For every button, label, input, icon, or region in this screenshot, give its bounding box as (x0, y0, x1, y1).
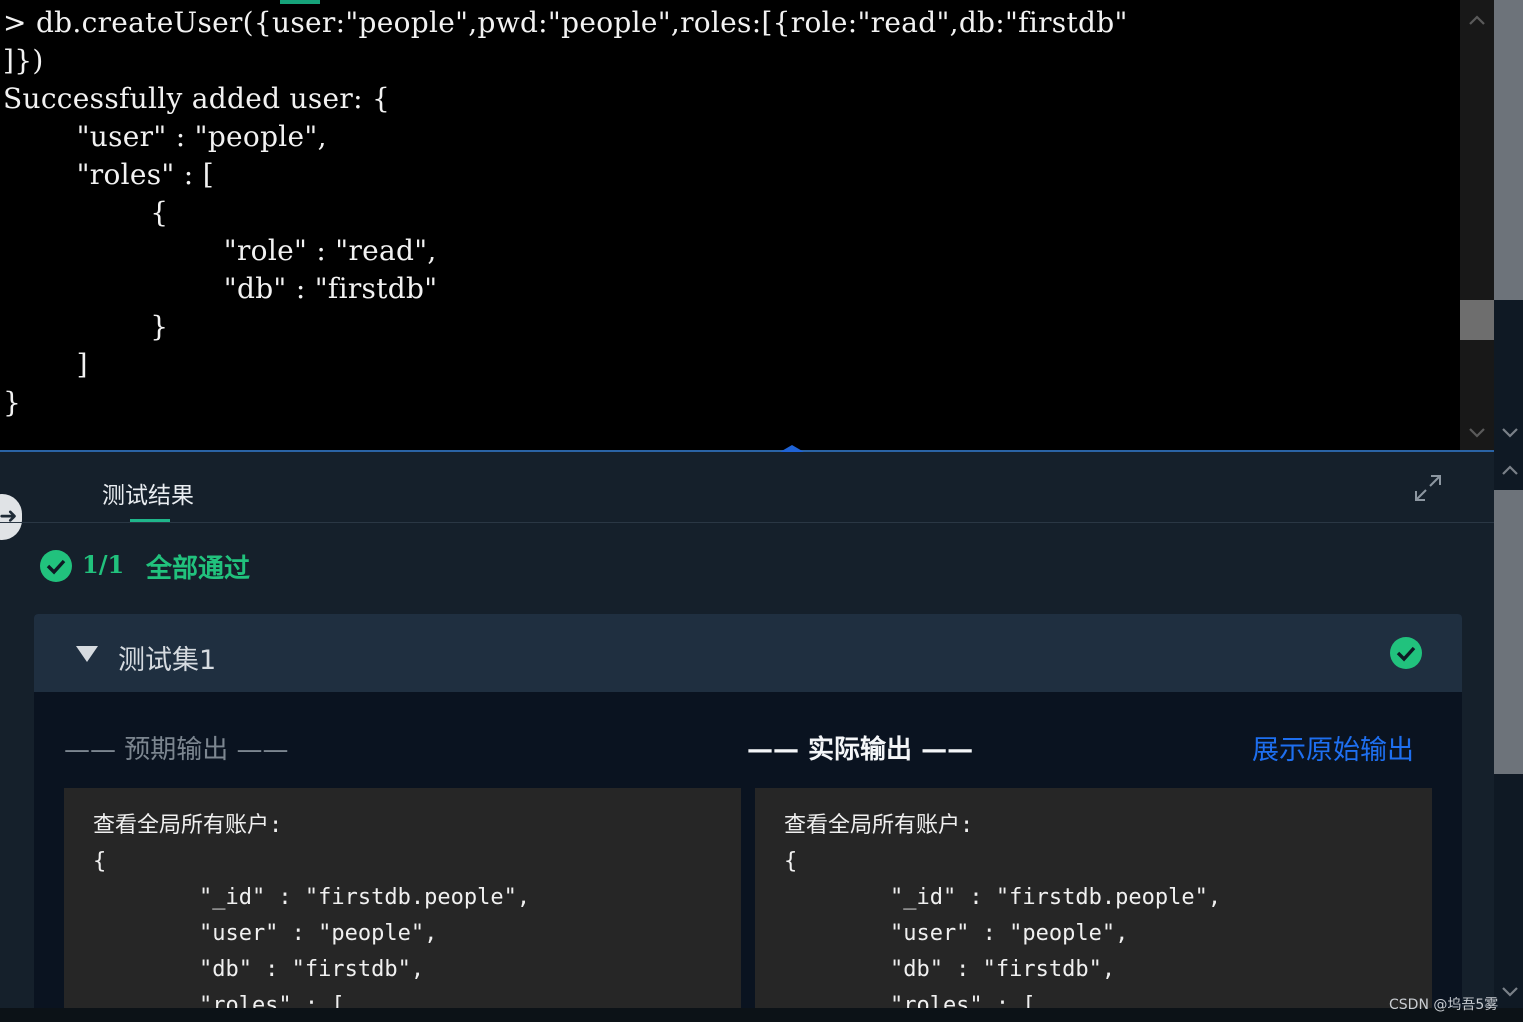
actual-output-label: —— 实际输出 —— (747, 735, 974, 765)
expected-output-line: "user" : "people", (93, 921, 438, 946)
exit-arrow-icon: ➜ (0, 504, 18, 529)
actual-output-line: "user" : "people", (784, 921, 1129, 946)
terminal-line: Successfully added user: { (3, 82, 391, 115)
actual-output-line: "roles" : [ (784, 993, 1036, 1008)
chevron-up-icon[interactable] (1468, 13, 1486, 27)
actual-output-line: { (784, 849, 798, 874)
test-suite-card: 测试集1 —— 预期输出 —— —— 实际输出 —— 展示原始输出 查看全局所有… (34, 614, 1462, 1008)
chevron-down-icon[interactable] (1468, 426, 1486, 440)
chevron-down-icon[interactable] (1501, 426, 1519, 440)
page-scrollbar-top-thumb[interactable] (1494, 0, 1523, 300)
test-suite-title: 测试集1 (118, 645, 217, 676)
chevron-down-icon[interactable] (1501, 985, 1519, 999)
actual-output-box: 查看全局所有账户: { "_id" : "firstdb.people", "u… (755, 788, 1432, 1008)
show-raw-output-link[interactable]: 展示原始输出 (1252, 728, 1414, 767)
expected-output-line: 查看全局所有账户: (93, 813, 283, 838)
expected-output-box: 查看全局所有账户: { "_id" : "firstdb.people", "u… (64, 788, 741, 1008)
terminal-line: { (3, 196, 169, 229)
passed-count: 1/1 (82, 550, 125, 579)
terminal-line: } (3, 386, 22, 419)
actual-output-line: "db" : "firstdb", (784, 957, 1116, 982)
test-results-panel: ➜ 测试结果 1/1 全部通过 测试集1 —— 预期输出 —— —— 实际输出 … (0, 452, 1494, 1008)
watermark-text: CSDN @坞吾5雾 (1389, 997, 1499, 1013)
expected-output-line: "_id" : "firstdb.people", (93, 885, 531, 910)
results-scrollbar-thumb[interactable] (1494, 490, 1523, 774)
terminal-line: ]}) (3, 44, 44, 77)
expand-icon[interactable] (1413, 473, 1443, 503)
terminal-line: } (3, 310, 169, 343)
terminal-line: "db" : "firstdb" (3, 272, 438, 305)
terminal-scrollbar-thumb[interactable] (1460, 300, 1494, 340)
terminal-lines: > db.createUser({user:"people",pwd:"peop… (3, 4, 1128, 422)
test-suite-header[interactable]: 测试集1 (34, 614, 1462, 692)
expected-output-label: —— 预期输出 —— (64, 735, 289, 765)
terminal-scrollbar[interactable] (1460, 0, 1494, 450)
expected-output-line: "roles" : [ (93, 993, 345, 1008)
chevron-up-icon[interactable] (1501, 463, 1519, 477)
side-toggle-button[interactable]: ➜ (0, 494, 22, 540)
tab-divider (0, 522, 1494, 523)
terminal-output[interactable]: > db.createUser({user:"people",pwd:"peop… (0, 0, 1460, 450)
terminal-line: ] (3, 348, 88, 381)
terminal-line: "role" : "read", (3, 234, 437, 267)
caret-down-icon[interactable] (75, 645, 99, 663)
terminal-line: "user" : "people", (3, 120, 327, 153)
pass-status-text: 全部通过 (146, 554, 251, 584)
expected-output-line: { (93, 849, 107, 874)
actual-output-line: 查看全局所有账户: (784, 813, 974, 838)
check-circle-icon (1389, 636, 1423, 670)
check-circle-icon (39, 549, 73, 583)
bottom-status-strip (0, 1008, 1523, 1022)
tab-test-results[interactable]: 测试结果 (102, 476, 194, 510)
terminal-line: "roles" : [ (3, 158, 214, 191)
terminal-line: > db.createUser({user:"people",pwd:"peop… (3, 6, 1128, 39)
actual-output-line: "_id" : "firstdb.people", (784, 885, 1222, 910)
expected-output-line: "db" : "firstdb", (93, 957, 425, 982)
